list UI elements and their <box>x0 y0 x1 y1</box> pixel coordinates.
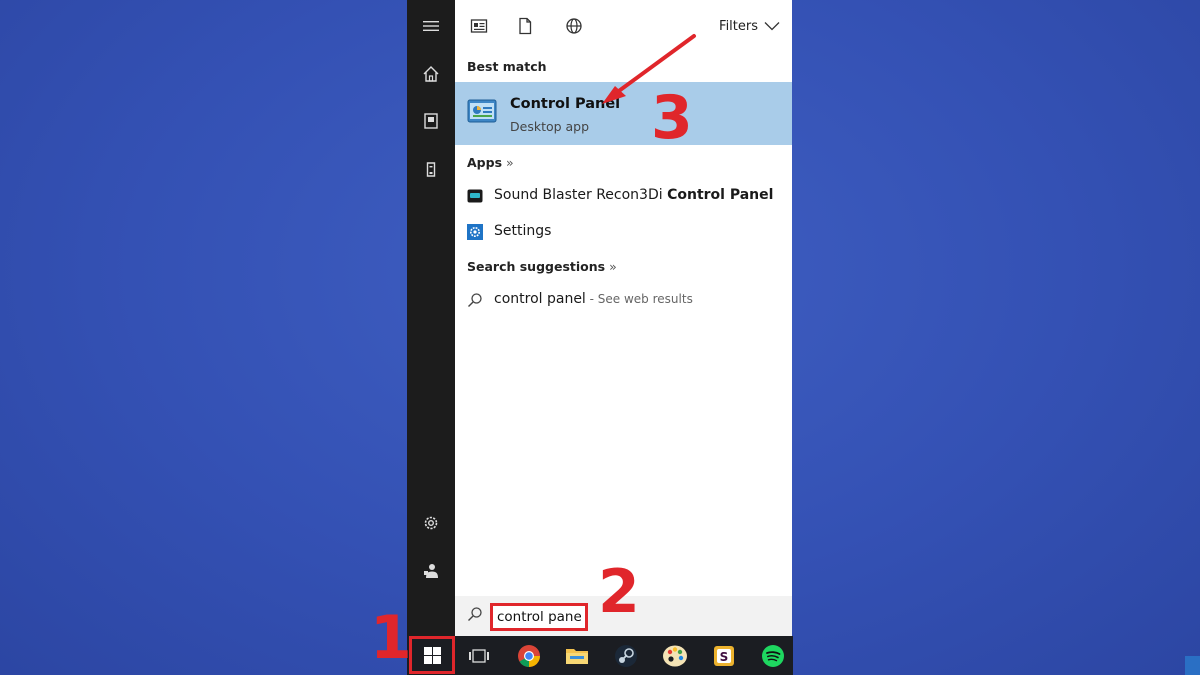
start-menu-rail <box>407 0 455 636</box>
chrome-icon[interactable] <box>505 636 553 675</box>
best-match-heading: Best match <box>467 59 547 74</box>
filters-label: Filters <box>719 18 758 34</box>
sound-blaster-icon <box>467 188 483 204</box>
taskbar: S <box>407 636 793 675</box>
windows-start-button[interactable] <box>409 636 455 674</box>
step-3-arrow-icon <box>602 34 696 104</box>
chevron-down-icon <box>764 22 780 31</box>
steam-icon[interactable] <box>602 636 650 675</box>
slack-icon[interactable]: S <box>700 636 748 675</box>
search-input[interactable] <box>490 603 588 631</box>
tower-icon[interactable] <box>407 149 455 189</box>
app-result-label: Settings <box>494 223 552 239</box>
apps-heading-label: Apps <box>467 155 503 170</box>
apps-heading-chevron: » <box>506 155 514 170</box>
app-result-settings[interactable]: Settings <box>455 215 792 249</box>
document-scope-icon[interactable] <box>512 13 538 39</box>
spotify-icon[interactable] <box>749 636 797 675</box>
paint-icon[interactable] <box>651 636 699 675</box>
apps-scope-icon[interactable] <box>466 13 492 39</box>
search-icon <box>467 606 483 626</box>
task-view-icon[interactable] <box>455 636 503 675</box>
app-result-label: Sound Blaster Recon3Di Control Panel <box>494 187 774 203</box>
search-suggestions-label: Search suggestions <box>467 259 606 274</box>
file-explorer-icon[interactable] <box>553 636 601 675</box>
hamburger-menu-icon[interactable] <box>407 6 455 46</box>
apps-heading[interactable]: Apps» <box>467 155 514 170</box>
search-icon <box>467 292 483 308</box>
documents-icon[interactable] <box>407 101 455 141</box>
gear-icon[interactable] <box>407 503 455 543</box>
app-result-sound-blaster[interactable]: Sound Blaster Recon3Di Control Panel <box>455 179 792 213</box>
user-icon[interactable] <box>407 551 455 591</box>
best-match-subtitle: Desktop app <box>510 119 590 134</box>
step-1-annotation: 1 <box>370 603 412 673</box>
settings-icon <box>467 224 483 240</box>
windows-start-icon <box>423 646 441 664</box>
desktop-corner-tab <box>1185 656 1200 675</box>
svg-text:S: S <box>720 650 729 664</box>
home-icon[interactable] <box>407 54 455 94</box>
web-suggestion-item[interactable]: control panel - See web results <box>455 283 792 317</box>
control-panel-icon <box>467 98 497 126</box>
search-suggestions-heading[interactable]: Search suggestions» <box>467 259 617 274</box>
web-scope-icon[interactable] <box>561 13 587 39</box>
filters-button[interactable]: Filters <box>719 16 780 36</box>
web-suggestion-label: control panel - See web results <box>494 291 693 307</box>
step-2-annotation: 2 <box>598 557 640 627</box>
search-suggestions-chevron: » <box>609 259 617 274</box>
